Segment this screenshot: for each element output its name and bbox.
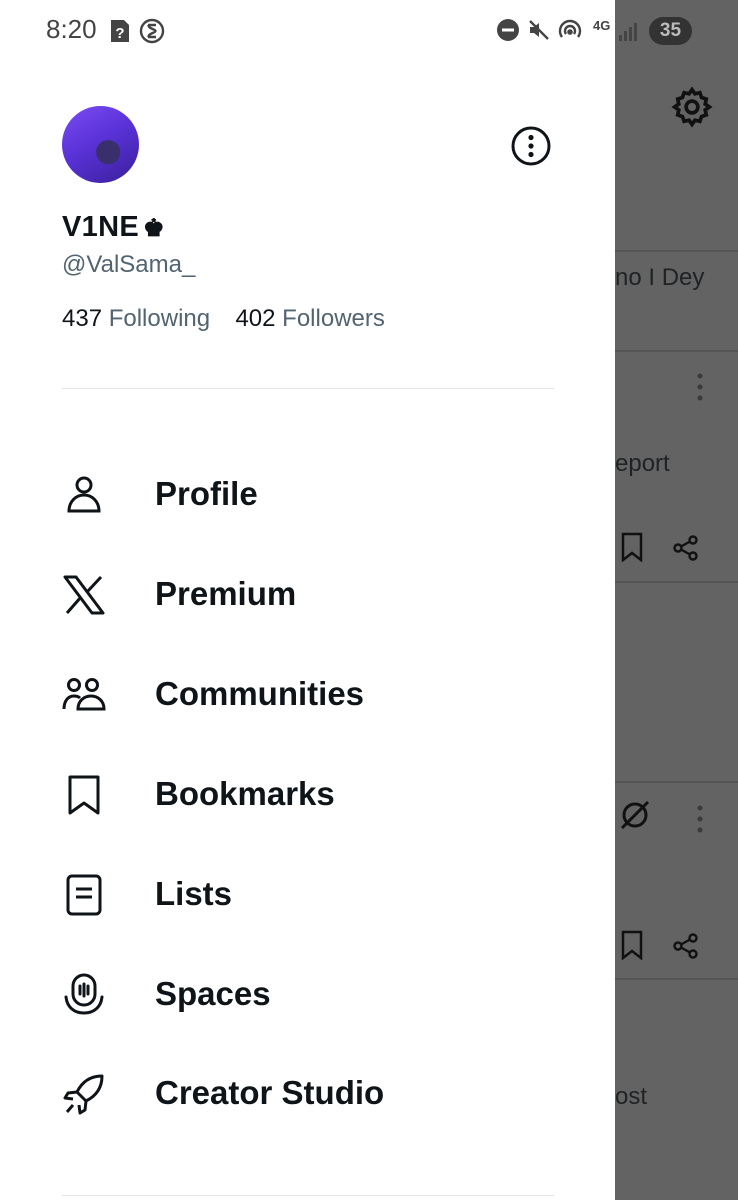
profile-name[interactable]: V1NE ♚: [62, 211, 165, 244]
battery-indicator: 35: [649, 17, 692, 45]
spaces-icon: [64, 973, 104, 1015]
menu-item-label: Profile: [155, 475, 258, 512]
person-icon: [67, 476, 101, 513]
signal-strength-icon: [619, 23, 637, 41]
hotspot-icon: [558, 19, 582, 38]
share-icon[interactable]: [672, 534, 700, 562]
menu-item-label: Bookmarks: [155, 775, 335, 812]
hourglass-icon: [139, 18, 165, 44]
followers-link[interactable]: 402 Followers: [235, 305, 384, 332]
battery-level: 35: [659, 20, 682, 41]
following-count: 437: [62, 305, 103, 332]
sim-unknown-icon: ?: [111, 20, 129, 42]
divider: [62, 1195, 554, 1196]
menu-item-label: Lists: [155, 875, 233, 912]
communities-icon: [62, 678, 106, 711]
following-label: Following: [108, 305, 211, 332]
x-logo-icon: [63, 575, 105, 615]
menu-item-lists[interactable]: Lists: [0, 853, 615, 933]
feed-snippet: no I Dey: [615, 264, 705, 291]
divider: [62, 388, 554, 389]
network-type: 4G: [593, 18, 611, 33]
feed-snippet: eport: [615, 450, 670, 477]
menu-item-label: Communities: [155, 675, 365, 712]
navigation-drawer: V1NE ♚ @ValSama_ 437 Following 402 Follow…: [0, 0, 615, 1200]
grok-icon[interactable]: [618, 798, 652, 832]
bookmark-icon: [68, 775, 100, 815]
menu-item-bookmarks[interactable]: Bookmarks: [0, 753, 615, 833]
more-options-icon[interactable]: [510, 125, 552, 167]
bookmark-icon[interactable]: [620, 930, 644, 960]
following-link[interactable]: 437 Following: [62, 305, 210, 332]
do-not-disturb-icon: [497, 19, 519, 41]
feed-snippet: ost: [615, 1083, 648, 1110]
rocket-icon: [63, 1074, 104, 1115]
profile-handle: @ValSama_: [62, 251, 196, 278]
profile-avatar[interactable]: [62, 106, 139, 183]
followers-count: 402: [235, 305, 276, 332]
more-vertical-icon[interactable]: [693, 372, 707, 402]
menu-item-label: Premium: [155, 575, 297, 612]
svg-text:?: ?: [115, 25, 124, 42]
list-icon: [66, 874, 102, 916]
follow-stats: 437 Following 402 Followers: [62, 305, 385, 333]
crown-badge-icon: ♚: [142, 215, 165, 242]
more-vertical-icon[interactable]: [693, 804, 707, 834]
followers-label: Followers: [282, 305, 385, 332]
muted-speaker-icon: [529, 20, 549, 40]
menu-item-creator-studio[interactable]: Creator Studio: [0, 1052, 615, 1132]
menu-item-label: Creator Studio: [155, 1074, 385, 1111]
menu-item-profile[interactable]: Profile: [0, 453, 615, 533]
status-bar: 8:20 ? 4G 35: [0, 0, 738, 64]
menu-item-spaces[interactable]: Spaces: [0, 953, 615, 1033]
background-feed: no I Dey eport ost: [615, 0, 738, 1200]
menu-item-premium[interactable]: Premium: [0, 553, 615, 633]
settings-gear-icon[interactable]: [670, 85, 714, 129]
menu-item-communities[interactable]: Communities: [0, 653, 615, 733]
display-name: V1NE: [62, 211, 139, 243]
menu-item-label: Spaces: [155, 975, 271, 1012]
share-icon[interactable]: [672, 932, 700, 960]
bookmark-icon[interactable]: [620, 532, 644, 562]
clock: 8:20: [46, 14, 97, 44]
